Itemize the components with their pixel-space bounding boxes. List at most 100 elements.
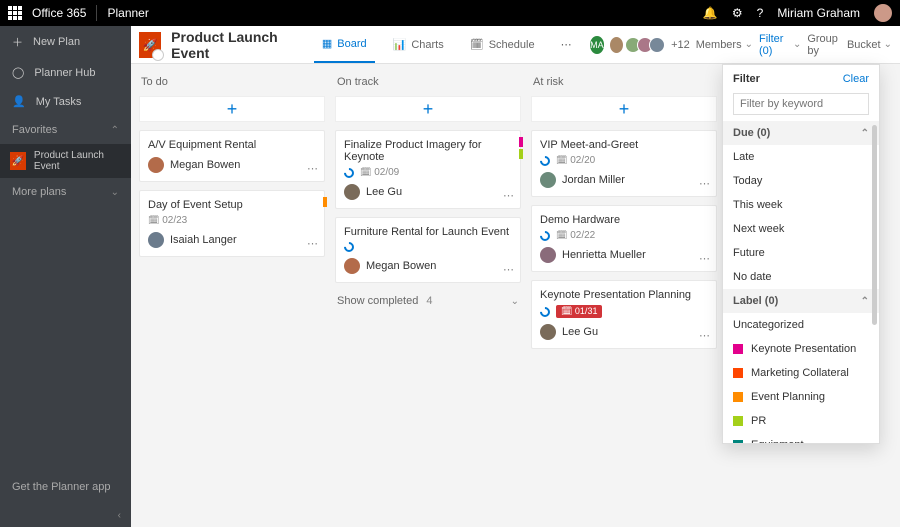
task-more-button[interactable]: ⋯ [699,329,710,342]
filter-label-uncategorized[interactable]: Uncategorized [723,313,879,337]
label-name: Marketing Collateral [751,367,849,379]
assignee-avatar [540,324,556,340]
left-nav: ＋ New Plan ◯ Planner Hub 👤 My Tasks Favo… [0,26,131,527]
filter-due-option[interactable]: This week [723,193,879,217]
filter-label-option[interactable]: Event Planning [723,385,879,409]
task-more-button[interactable]: ⋯ [699,252,710,265]
assignee-avatar [540,247,556,263]
member-avatar[interactable] [610,37,623,53]
tab-schedule[interactable]: 🗓Schedule [462,26,543,63]
filter-group-label[interactable]: Label (0) [723,289,879,313]
suite-name[interactable]: Office 365 [32,6,86,20]
main-area: 🚀 Product Launch Event ▦Board 📊Charts 🗓S… [131,26,900,527]
task-meta: 02/23 [148,215,316,226]
groupby-dropdown[interactable]: Group by Bucket [807,33,892,57]
bucket: On track + Finalize Product Imagery for Ke… [335,76,521,515]
due-date: 02/09 [360,167,399,178]
task-title: Finalize Product Imagery for Keynote [344,139,512,163]
tab-board-label: Board [337,38,366,50]
settings-icon[interactable]: ⚙ [732,6,743,20]
notifications-icon[interactable]: 🔔 [703,6,718,20]
show-completed-toggle[interactable]: Show completed 4 [335,291,521,311]
filter-group-due[interactable]: Due (0) [723,121,879,145]
task-assignee: Megan Bowen [148,157,316,173]
add-task-button[interactable]: + [531,96,717,122]
my-tasks-label: My Tasks [36,96,82,108]
favorites-section[interactable]: Favorites [0,116,131,144]
task-more-button[interactable]: ⋯ [307,162,318,175]
filter-label-option[interactable]: Equipment [723,433,879,444]
progress-icon [342,240,356,254]
filter-label-option[interactable]: Marketing Collateral [723,361,879,385]
add-task-button[interactable]: + [335,96,521,122]
filter-due-option[interactable]: Future [723,241,879,265]
members-dropdown[interactable]: Members [696,39,753,51]
favorite-plan-item[interactable]: 🚀 Product Launch Event [0,144,131,178]
filter-due-option[interactable]: Next week [723,217,879,241]
task-assignee: Jordan Miller [540,172,708,188]
bucket-title: On track [335,76,521,88]
new-plan-button[interactable]: ＋ New Plan [0,26,131,58]
tab-charts[interactable]: 📊Charts [385,26,452,63]
filter-keyword-input[interactable] [733,93,869,115]
filter-dropdown[interactable]: Filter (0) [759,33,801,57]
plan-icon[interactable]: 🚀 [139,32,161,58]
assignee-name: Henrietta Mueller [562,249,646,261]
task-card[interactable]: Finalize Product Imagery for Keynote 02/… [335,130,521,209]
tab-board[interactable]: ▦ Board [314,26,375,63]
extra-members-count[interactable]: +12 [671,39,690,51]
app-launcher-icon[interactable] [8,6,22,20]
filter-label-option[interactable]: PR [723,409,879,433]
plus-icon: ＋ [12,34,23,50]
task-assignee: Isaiah Langer [148,232,316,248]
progress-icon [538,153,552,167]
task-card[interactable]: Keynote Presentation Planning🗓 01/31Lee … [531,280,717,349]
task-card[interactable]: A/V Equipment RentalMegan Bowen⋯ [139,130,325,182]
filter-label-option[interactable]: Keynote Presentation [723,337,879,361]
task-title: Demo Hardware [540,214,708,226]
filter-clear-button[interactable]: Clear [843,73,869,85]
board-icon: ▦ [322,37,332,50]
planner-hub-link[interactable]: ◯ Planner Hub [0,58,131,87]
task-card[interactable]: Demo Hardware 02/22Henrietta Mueller⋯ [531,205,717,272]
member-chip[interactable]: MA [590,36,605,54]
bucket: At risk+VIP Meet-and-Greet 02/20Jordan M… [531,76,717,515]
task-title: Keynote Presentation Planning [540,289,708,301]
progress-icon [538,228,552,242]
task-more-button[interactable]: ⋯ [503,263,514,276]
assignee-name: Jordan Miller [562,174,625,186]
assignee-avatar [344,184,360,200]
charts-icon: 📊 [393,38,407,51]
task-more-button[interactable]: ⋯ [307,237,318,250]
task-card[interactable]: VIP Meet-and-Greet 02/20Jordan Miller⋯ [531,130,717,197]
add-task-button[interactable]: + [139,96,325,122]
my-tasks-link[interactable]: 👤 My Tasks [0,87,131,116]
filter-scrollbar[interactable] [872,125,877,325]
filter-panel-title: Filter [733,73,760,85]
label-swatch [733,392,743,402]
more-plans-section[interactable]: More plans [0,178,131,206]
chevron-up-icon [111,125,119,136]
task-card[interactable]: Day of Event Setup 02/23Isaiah Langer⋯ [139,190,325,257]
app-name[interactable]: Planner [107,6,148,20]
user-name[interactable]: Miriam Graham [777,6,860,20]
collapse-sidebar-button[interactable] [0,503,131,527]
task-more-button[interactable]: ⋯ [699,177,710,190]
filter-due-option[interactable]: No date [723,265,879,289]
user-avatar[interactable] [874,4,892,22]
bucket: To do+A/V Equipment RentalMegan Bowen⋯Da… [139,76,325,515]
task-card[interactable]: Furniture Rental for Launch EventMegan B… [335,217,521,283]
filter-due-option[interactable]: Late [723,145,879,169]
get-app-link[interactable]: Get the Planner app [0,471,131,503]
progress-icon [538,304,552,318]
favorite-plan-label: Product Launch Event [34,150,121,172]
help-icon[interactable]: ? [757,6,764,20]
filter-due-option[interactable]: Today [723,169,879,193]
chevron-down-icon [884,39,892,50]
uncategorized-label: Uncategorized [733,319,804,331]
more-menu[interactable]: ⋯ [553,26,580,63]
due-date: 02/23 [148,215,187,226]
task-more-button[interactable]: ⋯ [503,189,514,202]
groupby-label: Group by [807,33,838,57]
member-stack[interactable] [629,37,665,53]
